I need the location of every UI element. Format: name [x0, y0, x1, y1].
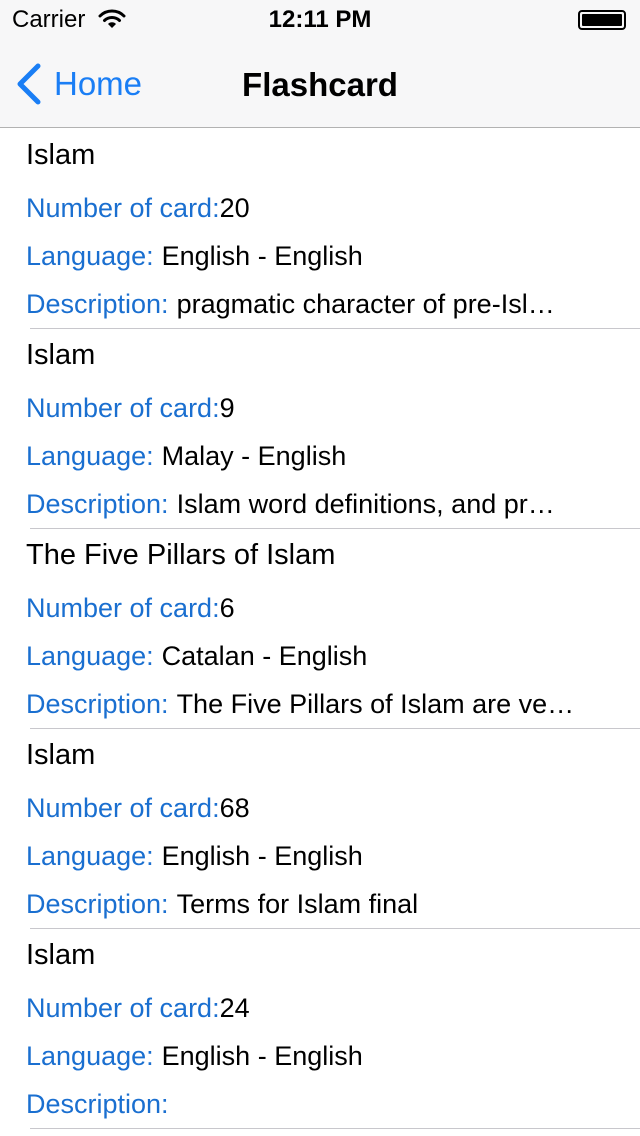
language-value: Catalan - English: [161, 641, 368, 671]
number-of-card-label: Number of card:: [26, 793, 220, 823]
list-item[interactable]: Islam Number of card: 68 Language: Engli…: [0, 729, 640, 929]
description-value: pragmatic character of pre-Isl…: [176, 289, 555, 319]
description-label: Description:: [26, 489, 169, 519]
item-title: Islam: [26, 739, 96, 771]
description-value: The Five Pillars of Islam are ve…: [176, 689, 575, 719]
language-label: Language:: [26, 1041, 154, 1071]
number-of-card-value: 6: [219, 593, 235, 623]
language-value: English - English: [161, 1041, 363, 1071]
number-of-card-line: Number of card: 20: [26, 193, 250, 224]
language-value: Malay - English: [161, 441, 347, 471]
number-of-card-line: Number of card: 9: [26, 393, 235, 424]
language-line: Language: Malay - English: [26, 441, 346, 472]
number-of-card-value: 68: [219, 793, 250, 823]
description-line: Description: Terms for Islam final: [26, 889, 418, 920]
battery-icon: [578, 10, 626, 30]
page-title: Flashcard: [242, 66, 398, 103]
language-label: Language:: [26, 441, 154, 471]
number-of-card-value: 24: [219, 993, 250, 1023]
description-label: Description:: [26, 889, 169, 919]
number-of-card-line: Number of card: 6: [26, 593, 235, 624]
description-line: Description: pragmatic character of pre-…: [26, 289, 555, 320]
navigation-bar: Home Flashcard: [0, 40, 640, 128]
description-label: Description:: [26, 689, 169, 719]
language-value: English - English: [161, 841, 363, 871]
number-of-card-label: Number of card:: [26, 393, 220, 423]
language-value: English - English: [161, 241, 363, 271]
language-line: Language: English - English: [26, 841, 363, 872]
list-item[interactable]: Islam Number of card: 20 Language: Engli…: [0, 129, 640, 329]
number-of-card-line: Number of card: 24: [26, 993, 250, 1024]
description-value: Islam word definitions, and pr…: [176, 489, 555, 519]
language-line: Language: Catalan - English: [26, 641, 367, 672]
description-line: Description: Islam word definitions, and…: [26, 489, 555, 520]
row-separator: [30, 1128, 640, 1129]
description-line: Description: The Five Pillars of Islam a…: [26, 689, 574, 720]
language-label: Language:: [26, 641, 154, 671]
list-item[interactable]: Islam Number of card: 9 Language: Malay …: [0, 329, 640, 529]
language-label: Language:: [26, 841, 154, 871]
status-bar: Carrier 12:11 PM: [0, 0, 640, 40]
flashcard-list: Islam Number of card: 20 Language: Engli…: [0, 129, 640, 1129]
number-of-card-value: 9: [219, 393, 235, 423]
number-of-card-label: Number of card:: [26, 593, 220, 623]
description-label: Description:: [26, 1089, 169, 1119]
number-of-card-label: Number of card:: [26, 193, 220, 223]
item-title: Islam: [26, 939, 96, 971]
status-time: 12:11 PM: [268, 6, 372, 33]
description-line: Description:: [26, 1089, 177, 1120]
number-of-card-line: Number of card: 68: [26, 793, 250, 824]
item-title: Islam: [26, 139, 96, 171]
list-item[interactable]: Islam Number of card: 24 Language: Engli…: [0, 929, 640, 1129]
number-of-card-label: Number of card:: [26, 993, 220, 1023]
item-title: Islam: [26, 339, 96, 371]
description-label: Description:: [26, 289, 169, 319]
language-label: Language:: [26, 241, 154, 271]
number-of-card-value: 20: [219, 193, 250, 223]
description-value: Terms for Islam final: [176, 889, 419, 919]
language-line: Language: English - English: [26, 241, 363, 272]
item-title: The Five Pillars of Islam: [26, 539, 336, 571]
list-item[interactable]: The Five Pillars of Islam Number of card…: [0, 529, 640, 729]
language-line: Language: English - English: [26, 1041, 363, 1072]
